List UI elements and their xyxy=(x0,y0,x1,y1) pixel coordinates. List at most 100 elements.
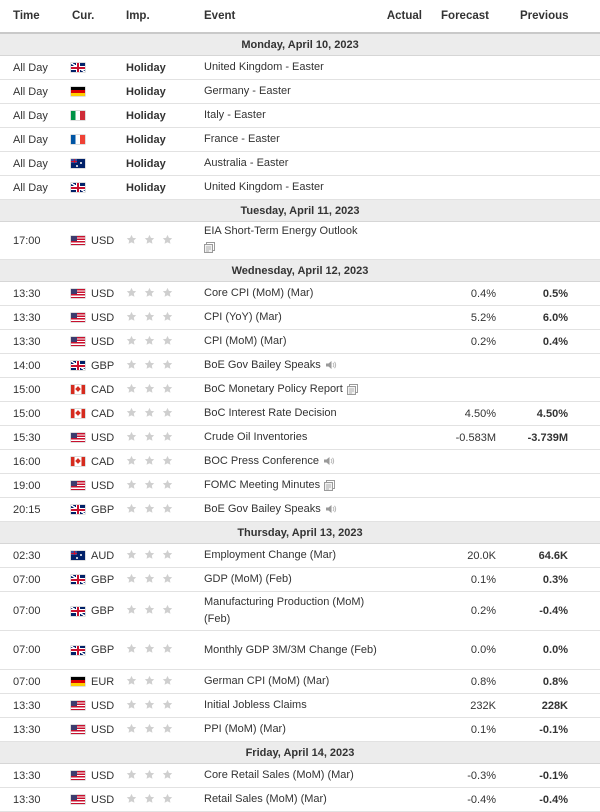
event-currency: GBP xyxy=(64,567,122,592)
event-currency: GBP xyxy=(64,630,122,670)
table-row[interactable]: 07:00 GBP Manufacturing Production (MoM) (… xyxy=(0,591,600,631)
event-link[interactable]: EIA Short-Term Energy Outlook xyxy=(204,225,357,237)
table-row[interactable]: All Day Holiday France - Easter xyxy=(0,127,600,152)
event-currency xyxy=(64,103,122,128)
event-importance: Holiday xyxy=(122,127,204,152)
star-icon xyxy=(162,431,173,442)
speaker-icon[interactable] xyxy=(325,504,337,514)
table-row[interactable]: 13:30 USD Core Retail Sales (MoM) (Mar) -0.… xyxy=(0,763,600,788)
event-link[interactable]: BOC Press Conference xyxy=(204,455,319,467)
ca-flag-icon xyxy=(71,409,85,419)
importance-stars xyxy=(126,549,173,560)
table-row[interactable]: 15:00 CAD BoC Monetary Policy Report xyxy=(0,377,600,402)
event-actual xyxy=(380,175,426,200)
event-link[interactable]: Monthly GDP 3M/3M Change (Feb) xyxy=(204,644,377,656)
event-link[interactable]: BoC Monetary Policy Report xyxy=(204,383,343,395)
table-row[interactable]: All Day Holiday United Kingdom - Easter xyxy=(0,175,600,200)
event-link[interactable]: Core CPI (MoM) (Mar) xyxy=(204,287,313,299)
table-row[interactable]: 13:30 USD Core CPI (MoM) (Mar) 0.4% 0.5% xyxy=(0,281,600,306)
header-forecast[interactable]: Forecast xyxy=(426,0,504,34)
event-forecast xyxy=(426,473,504,498)
event-currency xyxy=(64,55,122,80)
event-link[interactable]: Germany - Easter xyxy=(204,85,291,97)
event-link[interactable]: United Kingdom - Easter xyxy=(204,61,324,73)
event-link[interactable]: CPI (YoY) (Mar) xyxy=(204,311,282,323)
table-row[interactable]: All Day Holiday Italy - Easter xyxy=(0,103,600,128)
table-row[interactable]: 13:30 USD CPI (MoM) (Mar) 0.2% 0.4% xyxy=(0,329,600,354)
event-link[interactable]: PPI (MoM) (Mar) xyxy=(204,723,286,735)
speaker-icon[interactable] xyxy=(325,360,337,370)
event-link[interactable]: Australia - Easter xyxy=(204,157,288,169)
table-row[interactable]: 16:00 CAD BOC Press Conference xyxy=(0,449,600,474)
header-event[interactable]: Event xyxy=(204,0,380,34)
event-time: 13:30 xyxy=(0,787,64,812)
table-row[interactable]: All Day Holiday Germany - Easter xyxy=(0,79,600,104)
event-previous: 0.5% xyxy=(504,281,600,306)
event-link[interactable]: Crude Oil Inventories xyxy=(204,431,307,443)
table-row[interactable]: 15:30 USD Crude Oil Inventories -0.583M -3.7… xyxy=(0,425,600,450)
header-importance[interactable]: Imp. xyxy=(122,0,204,34)
importance-stars xyxy=(126,793,173,804)
day-label: Monday, April 10, 2023 xyxy=(0,32,600,56)
event-time: 13:30 xyxy=(0,329,64,354)
header-actual[interactable]: Actual xyxy=(380,0,426,34)
table-row[interactable]: 14:00 GBP BoE Gov Bailey Speaks xyxy=(0,353,600,378)
star-icon xyxy=(144,643,155,654)
event-link[interactable]: France - Easter xyxy=(204,133,280,145)
table-row[interactable]: 20:15 GBP BoE Gov Bailey Speaks xyxy=(0,497,600,522)
header-currency[interactable]: Cur. xyxy=(64,0,122,34)
importance-stars xyxy=(126,699,173,710)
table-row[interactable]: 07:00 EUR German CPI (MoM) (Mar) 0.8% 0.8% xyxy=(0,669,600,694)
table-row[interactable]: 07:00 GBP Monthly GDP 3M/3M Change (Feb) 0.… xyxy=(0,630,600,670)
event-link[interactable]: Italy - Easter xyxy=(204,109,266,121)
event-link[interactable]: Core Retail Sales (MoM) (Mar) xyxy=(204,769,354,781)
event-actual xyxy=(380,630,426,670)
table-row[interactable]: 07:00 GBP GDP (MoM) (Feb) 0.1% 0.3% xyxy=(0,567,600,592)
table-row[interactable]: 15:00 CAD BoC Interest Rate Decision 4.50% 4… xyxy=(0,401,600,426)
event-forecast: 0.2% xyxy=(426,591,504,631)
event-time: All Day xyxy=(0,103,64,128)
currency-code: USD xyxy=(91,769,115,782)
header-previous[interactable]: Previous xyxy=(504,0,600,34)
event-link[interactable]: Manufacturing Production (MoM) (Feb) xyxy=(204,596,364,625)
star-icon xyxy=(126,479,137,490)
event-link[interactable]: CPI (MoM) (Mar) xyxy=(204,335,287,347)
event-link[interactable]: BoC Interest Rate Decision xyxy=(204,407,337,419)
star-icon xyxy=(126,431,137,442)
table-row[interactable]: 13:30 USD Initial Jobless Claims 232K 228K xyxy=(0,693,600,718)
table-row[interactable]: 13:30 USD PPI (MoM) (Mar) 0.1% -0.1% xyxy=(0,717,600,742)
event-importance xyxy=(122,281,204,306)
event-time: All Day xyxy=(0,151,64,176)
event-importance xyxy=(122,425,204,450)
speaker-icon[interactable] xyxy=(323,456,335,466)
event-link[interactable]: Employment Change (Mar) xyxy=(204,549,336,561)
event-link[interactable]: BoE Gov Bailey Speaks xyxy=(204,359,321,371)
table-row[interactable]: 13:30 USD CPI (YoY) (Mar) 5.2% 6.0% xyxy=(0,305,600,330)
star-icon xyxy=(126,503,137,514)
event-link[interactable]: German CPI (MoM) (Mar) xyxy=(204,675,329,687)
event-link[interactable]: FOMC Meeting Minutes xyxy=(204,479,320,491)
table-row[interactable]: All Day Holiday Australia - Easter xyxy=(0,151,600,176)
document-icon[interactable] xyxy=(346,383,358,395)
document-icon[interactable] xyxy=(204,241,380,259)
event-link[interactable]: Initial Jobless Claims xyxy=(204,699,307,711)
event-link[interactable]: United Kingdom - Easter xyxy=(204,181,324,193)
table-row[interactable]: All Day Holiday United Kingdom - Easter xyxy=(0,55,600,80)
table-row[interactable]: 02:30 AUD Employment Change (Mar) 20.0K 64.6… xyxy=(0,543,600,568)
event-link[interactable]: BoE Gov Bailey Speaks xyxy=(204,503,321,515)
event-importance xyxy=(122,543,204,568)
event-link[interactable]: Retail Sales (MoM) (Mar) xyxy=(204,793,327,805)
table-row[interactable]: 19:00 USD FOMC Meeting Minutes xyxy=(0,473,600,498)
event-link[interactable]: GDP (MoM) (Feb) xyxy=(204,573,292,585)
event-actual xyxy=(380,221,426,260)
header-time[interactable]: Time xyxy=(0,0,64,34)
event-previous xyxy=(504,221,600,260)
it-flag-icon xyxy=(71,111,85,121)
table-row[interactable]: 13:30 USD Retail Sales (MoM) (Mar) -0.4% -0.… xyxy=(0,787,600,812)
document-icon[interactable] xyxy=(324,479,336,491)
holiday-label: Holiday xyxy=(126,181,166,194)
table-row[interactable]: 17:00 USD EIA Short-Term Energy Outlook xyxy=(0,221,600,260)
event-currency: USD xyxy=(64,763,122,788)
us-flag-icon xyxy=(71,771,85,781)
event-time: 13:30 xyxy=(0,693,64,718)
